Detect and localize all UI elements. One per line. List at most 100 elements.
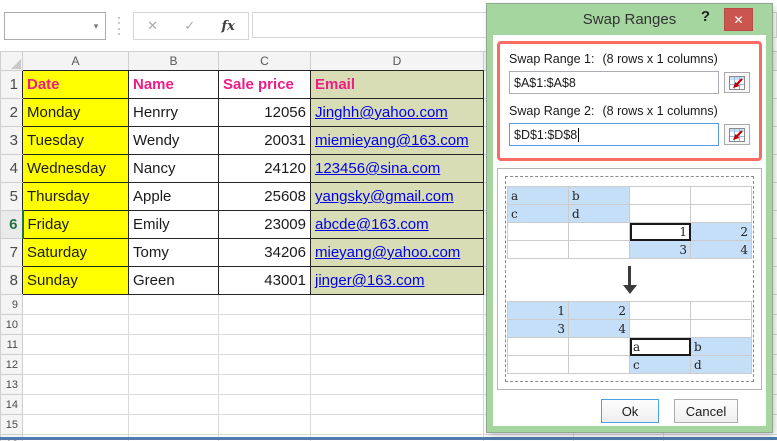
cell[interactable] (218, 414, 311, 435)
email-link[interactable]: yangsky@gmail.com (315, 188, 454, 205)
cell-a7[interactable]: Saturday (22, 238, 129, 267)
name-box[interactable]: ▾ (4, 12, 106, 40)
row-header-3[interactable]: 3 (0, 126, 23, 155)
cell[interactable] (310, 414, 484, 435)
row-header-1[interactable]: 1 (0, 70, 23, 99)
cell-a3[interactable]: Tuesday (22, 126, 129, 155)
column-header-a[interactable]: A (22, 51, 129, 71)
column-header-d[interactable]: D (310, 51, 484, 71)
cell[interactable] (310, 334, 484, 355)
cell[interactable] (22, 334, 129, 355)
column-header-b[interactable]: B (128, 51, 219, 71)
email-link[interactable]: 123456@sina.com (315, 160, 440, 177)
column-header-c[interactable]: C (218, 51, 311, 71)
range-picker-1-button[interactable] (724, 72, 750, 93)
cell[interactable] (310, 374, 484, 395)
cell[interactable] (22, 414, 129, 435)
cell-c3[interactable]: 20031 (218, 126, 311, 155)
row-header-4[interactable]: 4 (0, 154, 23, 183)
cell[interactable] (218, 294, 311, 315)
chevron-down-icon[interactable]: ▾ (87, 21, 105, 32)
email-link[interactable]: mieyang@yahoo.com (315, 244, 460, 261)
cell[interactable] (128, 294, 219, 315)
cell[interactable] (22, 374, 129, 395)
row-header-13[interactable]: 13 (0, 374, 23, 395)
cell[interactable] (218, 354, 311, 375)
cell-a2[interactable]: Monday (22, 98, 129, 127)
cancel-button[interactable]: Cancel (674, 399, 738, 423)
cell-b1[interactable]: Name (128, 70, 219, 99)
cell[interactable] (22, 294, 129, 315)
cell[interactable] (22, 314, 129, 335)
email-link[interactable]: Jinghh@yahoo.com (315, 104, 448, 121)
cell-b5[interactable]: Apple (128, 182, 219, 211)
cell-c2[interactable]: 12056 (218, 98, 311, 127)
cell[interactable] (218, 394, 311, 415)
row-header-10[interactable]: 10 (0, 314, 23, 335)
swap-range-1-input[interactable]: $A$1:$A$8 (509, 71, 719, 94)
cell[interactable] (128, 394, 219, 415)
row-header-14[interactable]: 14 (0, 394, 23, 415)
cell-d5[interactable]: yangsky@gmail.com (310, 182, 484, 211)
cell-a6[interactable]: Friday (22, 210, 129, 239)
cell-b4[interactable]: Nancy (128, 154, 219, 183)
row-header-2[interactable]: 2 (0, 98, 23, 127)
cell-c7[interactable]: 34206 (218, 238, 311, 267)
cell-d8[interactable]: jinger@163.com (310, 266, 484, 295)
email-link[interactable]: jinger@163.com (315, 272, 424, 289)
ok-button[interactable]: Ok (601, 399, 659, 423)
cell-b3[interactable]: Wendy (128, 126, 219, 155)
cell-a1[interactable]: Date (22, 70, 129, 99)
swap-range-2-input[interactable]: $D$1:$D$8 (509, 123, 719, 146)
cell-c5[interactable]: 25608 (218, 182, 311, 211)
cell[interactable] (310, 354, 484, 375)
row-header-15[interactable]: 15 (0, 414, 23, 435)
cell-c1[interactable]: Sale price (218, 70, 311, 99)
cell-c8[interactable]: 43001 (218, 266, 311, 295)
cell[interactable] (128, 334, 219, 355)
cell[interactable] (218, 334, 311, 355)
row-header-7[interactable]: 7 (0, 238, 23, 267)
cell[interactable] (310, 314, 484, 335)
row-header-6-active[interactable]: 6 (0, 210, 24, 239)
row-header-8[interactable]: 8 (0, 266, 23, 295)
cell[interactable] (128, 414, 219, 435)
namebox-resize-handle[interactable] (117, 17, 121, 35)
email-link[interactable]: miemieyang@163.com (315, 132, 469, 149)
cancel-entry-icon[interactable]: ✕ (147, 18, 158, 34)
cell-d1[interactable]: Email (310, 70, 484, 99)
range-picker-2-button[interactable] (724, 124, 750, 145)
cell-d4[interactable]: 123456@sina.com (310, 154, 484, 183)
row-header-11[interactable]: 11 (0, 334, 23, 355)
cell-c6[interactable]: 23009 (218, 210, 311, 239)
row-header-9[interactable]: 9 (0, 294, 23, 315)
cell-b2[interactable]: Henrry (128, 98, 219, 127)
help-icon[interactable]: ? (701, 8, 710, 25)
select-all-corner[interactable] (0, 51, 23, 71)
insert-function-icon[interactable]: fx (222, 19, 235, 34)
cell-a5[interactable]: Thursday (22, 182, 129, 211)
cell[interactable] (128, 374, 219, 395)
cell-a8[interactable]: Sunday (22, 266, 129, 295)
row-header-5[interactable]: 5 (0, 182, 23, 211)
cell-c4[interactable]: 24120 (218, 154, 311, 183)
cell-a4[interactable]: Wednesday (22, 154, 129, 183)
cell[interactable] (310, 394, 484, 415)
cell[interactable] (128, 314, 219, 335)
email-link[interactable]: abcde@163.com (315, 216, 429, 233)
dialog-titlebar[interactable]: Swap Ranges ? ✕ (487, 4, 772, 35)
cell[interactable] (218, 374, 311, 395)
confirm-entry-icon[interactable]: ✓ (184, 18, 195, 34)
close-button[interactable]: ✕ (724, 8, 753, 31)
cell[interactable] (128, 354, 219, 375)
cell-d7[interactable]: mieyang@yahoo.com (310, 238, 484, 267)
cell-d2[interactable]: Jinghh@yahoo.com (310, 98, 484, 127)
cell[interactable] (22, 354, 129, 375)
cell[interactable] (218, 314, 311, 335)
cell-d6[interactable]: abcde@163.com (310, 210, 484, 239)
row-header-12[interactable]: 12 (0, 354, 23, 375)
cell-b8[interactable]: Green (128, 266, 219, 295)
cell-b7[interactable]: Tomy (128, 238, 219, 267)
cell[interactable] (310, 294, 484, 315)
cell-d3[interactable]: miemieyang@163.com (310, 126, 484, 155)
